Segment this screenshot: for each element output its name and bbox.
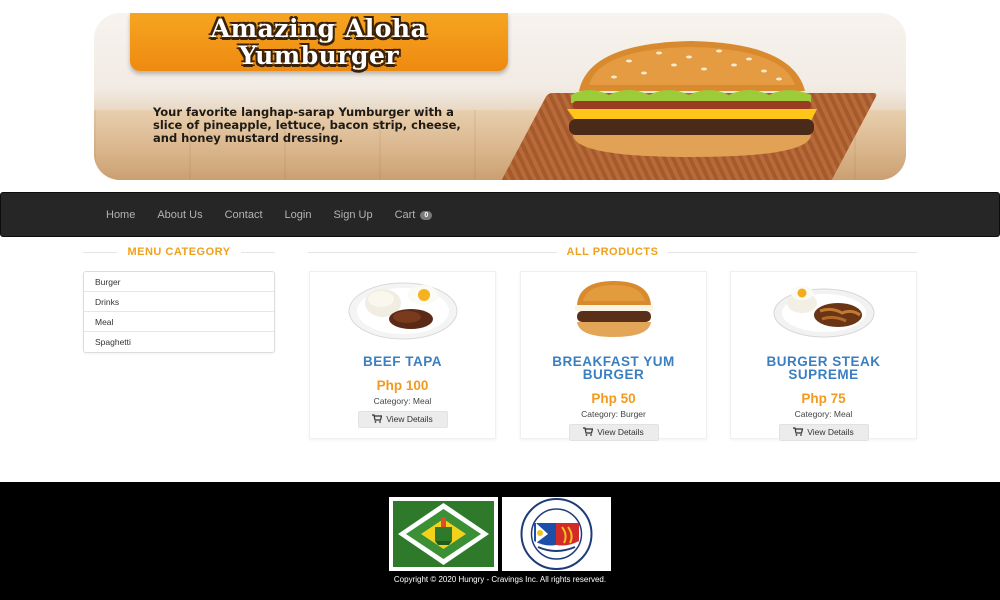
product-card[interactable]: BEEF TAPA Php 100 Category: Meal View De… — [309, 271, 496, 439]
nav-sign-up[interactable]: Sign Up — [322, 209, 383, 221]
cavite-state-university-logo — [389, 497, 498, 571]
product-card[interactable]: BREAKFAST YUM BURGER Php 50 Category: Bu… — [520, 271, 707, 441]
naik-seal-icon — [502, 497, 611, 571]
nav-cart-label: Cart — [394, 208, 416, 221]
category-list: Burger Drinks Meal Spaghetti — [83, 271, 275, 353]
product-category: Category: Burger — [581, 409, 646, 419]
nav-home[interactable]: Home — [95, 209, 146, 221]
banner-title: Amazing Aloha Yumburger — [130, 13, 508, 71]
product-card[interactable]: BURGER STEAK SUPREME Php 75 Category: Me… — [730, 271, 917, 441]
all-products-title: ALL PRODUCTS — [566, 246, 659, 258]
banner-title-line1: Amazing Aloha — [210, 14, 428, 43]
main-navbar: Home About Us Contact Login Sign Up Cart… — [0, 192, 1000, 237]
divider — [668, 251, 917, 253]
cart-count-badge: 0 — [420, 210, 433, 220]
category-item-spaghetti[interactable]: Spaghetti — [84, 332, 274, 352]
product-price: Php 100 — [376, 378, 429, 393]
menu-category-title: MENU CATEGORY — [127, 246, 231, 258]
view-details-button[interactable]: View Details — [568, 424, 659, 441]
nav-login[interactable]: Login — [274, 209, 323, 221]
bayan-ng-naik-logo — [502, 497, 611, 571]
divider — [240, 251, 275, 253]
shopping-cart-icon — [372, 414, 383, 423]
nav-cart[interactable]: Cart 0 — [384, 209, 444, 221]
category-item-drinks[interactable]: Drinks — [84, 292, 274, 312]
nav-contact[interactable]: Contact — [214, 209, 274, 221]
view-details-label: View Details — [807, 427, 854, 437]
category-item-burger[interactable]: Burger — [84, 272, 274, 292]
product-name[interactable]: BURGER STEAK SUPREME — [739, 355, 908, 382]
divider — [308, 251, 557, 253]
product-image[interactable] — [310, 277, 495, 345]
breakfast-burger-icon — [574, 281, 653, 337]
view-details-label: View Details — [386, 414, 433, 424]
beef-tapa-plate-icon — [348, 282, 457, 340]
view-details-label: View Details — [597, 427, 644, 437]
nav-menu: Home About Us Contact Login Sign Up Cart… — [95, 193, 443, 236]
view-details-button[interactable]: View Details — [778, 424, 869, 441]
promo-banner: Amazing Aloha Yumburger Your favorite la… — [94, 13, 906, 180]
product-price: Php 50 — [591, 391, 636, 406]
burger-image — [567, 41, 817, 157]
product-image[interactable] — [521, 277, 706, 345]
category-item-meal[interactable]: Meal — [84, 312, 274, 332]
product-image[interactable] — [731, 277, 916, 345]
shopping-cart-icon — [583, 427, 594, 436]
product-name[interactable]: BEEF TAPA — [318, 355, 487, 369]
banner-tagline: Your favorite langhap-sarap Yumburger wi… — [153, 105, 461, 145]
banner-title-line2: Yumburger — [238, 41, 400, 70]
copyright-text: Copyright © 2020 Hungry - Cravings Inc. … — [393, 575, 607, 584]
product-category: Category: Meal — [373, 396, 432, 406]
product-name[interactable]: BREAKFAST YUM BURGER — [529, 355, 698, 382]
menu-category-heading: MENU CATEGORY — [83, 245, 275, 259]
product-category: Category: Meal — [794, 409, 853, 419]
shopping-cart-icon — [793, 427, 804, 436]
product-price: Php 75 — [801, 391, 846, 406]
page-footer: Copyright © 2020 Hungry - Cravings Inc. … — [0, 482, 1000, 600]
divider — [83, 251, 118, 253]
burger-steak-plate-icon — [773, 286, 874, 338]
cvsu-seal-icon — [389, 497, 498, 571]
all-products-heading: ALL PRODUCTS — [308, 245, 917, 259]
view-details-button[interactable]: View Details — [357, 411, 448, 428]
nav-about-us[interactable]: About Us — [146, 209, 213, 221]
